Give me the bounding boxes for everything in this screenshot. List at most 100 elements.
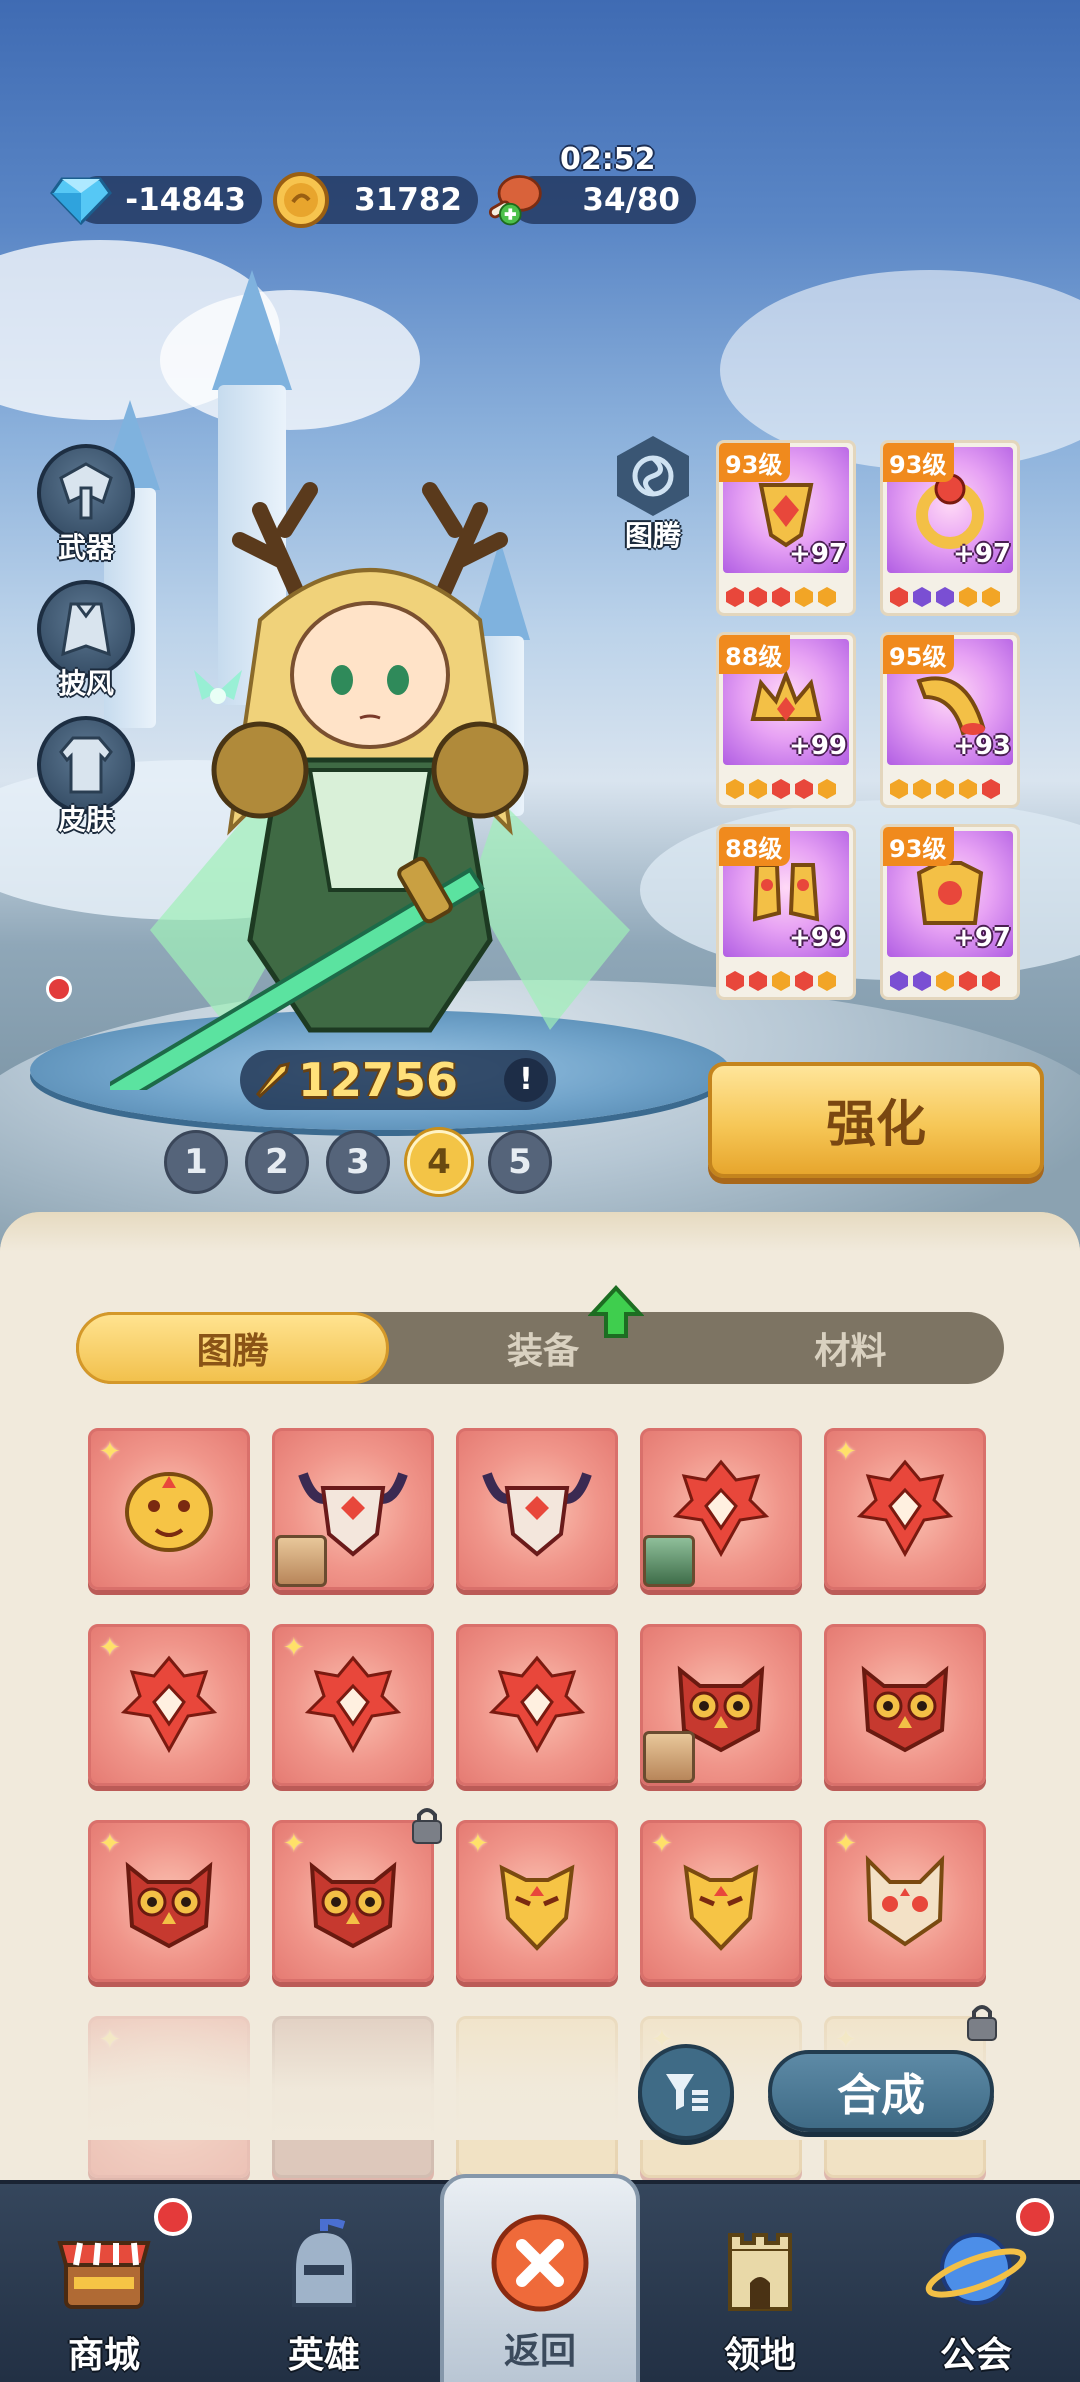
notification-badge: [154, 2198, 192, 2236]
stamina-count: 34/80: [582, 182, 680, 218]
formation-page-selector: 1 2 3 4 5: [164, 1130, 552, 1194]
totem-slot[interactable]: ✦: [640, 1820, 802, 1982]
totem-slot[interactable]: ✦: [88, 1428, 250, 1590]
equipment-slot[interactable]: 93级 +97: [716, 440, 856, 616]
totem-slot[interactable]: ✦: [824, 1428, 986, 1590]
equipment-level: 93级: [883, 443, 955, 482]
equipment-enhance: +97: [953, 539, 1011, 569]
equipped-hero-avatar: [275, 1535, 327, 1587]
totem-slot[interactable]: ✦: [88, 1624, 250, 1786]
page-button-5[interactable]: 5: [488, 1130, 552, 1194]
totem-slot[interactable]: ✦: [88, 1820, 250, 1982]
page-button-4[interactable]: 4: [407, 1130, 471, 1194]
nav-guild-label: 公会: [939, 2335, 1012, 2376]
equipment-level: 93级: [719, 443, 791, 482]
nav-heroes[interactable]: 英雄: [224, 2184, 424, 2382]
page-button-1[interactable]: 1: [164, 1130, 228, 1194]
equipment-level: 93级: [883, 827, 955, 866]
totem-slot[interactable]: ✦: [456, 1820, 618, 1982]
stamina-timer: 02:52: [560, 142, 656, 177]
phoenix-mask-icon: [304, 1655, 402, 1754]
meat-stamina-icon: [484, 170, 546, 230]
equipment-enhance: +97: [953, 923, 1011, 953]
lock-icon: [412, 1808, 442, 1844]
synthesize-button[interactable]: 合成: [768, 2050, 994, 2132]
totem-slot[interactable]: ✦: [824, 1820, 986, 1982]
tiger-mask-icon: [125, 1472, 213, 1552]
totem-slot[interactable]: [640, 1428, 802, 1590]
filter-button[interactable]: [638, 2044, 734, 2140]
phoenix-mask-icon: [488, 1655, 586, 1754]
equipment-slot[interactable]: 95级 +93: [880, 632, 1020, 808]
equipment-slot[interactable]: 88级 +99: [716, 824, 856, 1000]
totem-button[interactable]: 图腾: [610, 436, 696, 554]
dragon-mask-icon: [683, 1864, 759, 1951]
totem-icon: [617, 436, 689, 516]
tab-totem[interactable]: 图腾: [76, 1312, 390, 1384]
totem-label: 图腾: [624, 519, 681, 552]
nav-territory[interactable]: 领地: [660, 2184, 860, 2382]
equipment-level: 88级: [719, 827, 791, 866]
totem-slot[interactable]: [824, 1624, 986, 1786]
star-icon: ✦: [99, 1829, 121, 1859]
star-icon: ✦: [99, 1633, 121, 1663]
shop-icon: [49, 2214, 159, 2324]
sword-power-icon: [255, 1061, 291, 1099]
strengthen-button[interactable]: 强化: [708, 1062, 1044, 1178]
star-icon: ✦: [835, 1437, 857, 1467]
nav-heroes-label: 英雄: [287, 2335, 360, 2376]
page-button-3[interactable]: 3: [326, 1130, 390, 1194]
totem-slot[interactable]: ✦: [272, 1808, 442, 1982]
totem-slot[interactable]: [456, 1624, 618, 1786]
nav-territory-label: 领地: [723, 2335, 796, 2376]
filter-icon: [666, 2074, 708, 2111]
close-icon: [485, 2208, 595, 2318]
phoenix-mask-icon: [120, 1655, 218, 1754]
phoenix-mask-icon: [856, 1459, 954, 1558]
equipment-slot[interactable]: 88级 +99: [716, 632, 856, 808]
hero-helmet-icon: [269, 2214, 379, 2324]
page-button-2[interactable]: 2: [245, 1130, 309, 1194]
equipment-slots: 93级 +97 93级 +97 88级 +99 95级 +93 88级 +99 …: [716, 440, 1020, 1000]
totem-slot[interactable]: ✦: [272, 1624, 434, 1786]
totem-slot[interactable]: [640, 1624, 802, 1786]
inventory-tabs: 图腾 装备 材料: [76, 1312, 1004, 1384]
tab-materials[interactable]: 材料: [697, 1312, 1004, 1384]
equipment-enhance: +93: [953, 731, 1011, 761]
nav-shop-label: 商城: [67, 2335, 140, 2376]
cat-mask-icon: [865, 1855, 945, 1947]
gem-sockets: [889, 779, 1001, 799]
diamond-count: -14843: [125, 182, 246, 218]
nav-back[interactable]: 返回: [440, 2174, 640, 2382]
nav-shop[interactable]: 商城: [4, 2184, 204, 2382]
equipment-slot[interactable]: 93级 +97: [880, 440, 1020, 616]
skull-mask-icon: [482, 1472, 592, 1557]
totem-slot[interactable]: [272, 1428, 434, 1590]
equipment-enhance: +99: [789, 923, 847, 953]
equipment-slot[interactable]: 93级 +97: [880, 824, 1020, 1000]
equipment-enhance: +99: [789, 731, 847, 761]
lock-icon: [967, 2005, 997, 2041]
gem-sockets: [725, 971, 837, 991]
star-icon: ✦: [283, 1829, 305, 1859]
dragon-mask-icon: [499, 1864, 575, 1951]
tab-equipment[interactable]: 装备: [389, 1312, 696, 1384]
totem-slot[interactable]: [456, 1428, 618, 1590]
nav-guild[interactable]: 公会: [876, 2184, 1076, 2382]
power-info-button[interactable]: !: [504, 1058, 548, 1102]
gem-sockets: [725, 587, 837, 607]
fairy-pet-icon: [194, 670, 242, 704]
equipped-hero-avatar: [643, 1731, 695, 1783]
gem-sockets: [725, 779, 837, 799]
notification-badge: [1016, 2198, 1054, 2236]
combat-power-bar: 12756 !: [240, 1050, 556, 1110]
star-icon: ✦: [99, 1437, 121, 1467]
star-icon: ✦: [283, 1633, 305, 1663]
castle-icon: [705, 2214, 815, 2324]
equipped-hero-avatar: [643, 1535, 695, 1587]
gold-count: 31782: [354, 182, 462, 218]
panel-trim: [0, 1212, 1080, 1252]
gem-sockets: [889, 971, 1001, 991]
hero-character[interactable]: [96, 470, 670, 1109]
nav-back-label: 返回: [503, 2331, 576, 2372]
